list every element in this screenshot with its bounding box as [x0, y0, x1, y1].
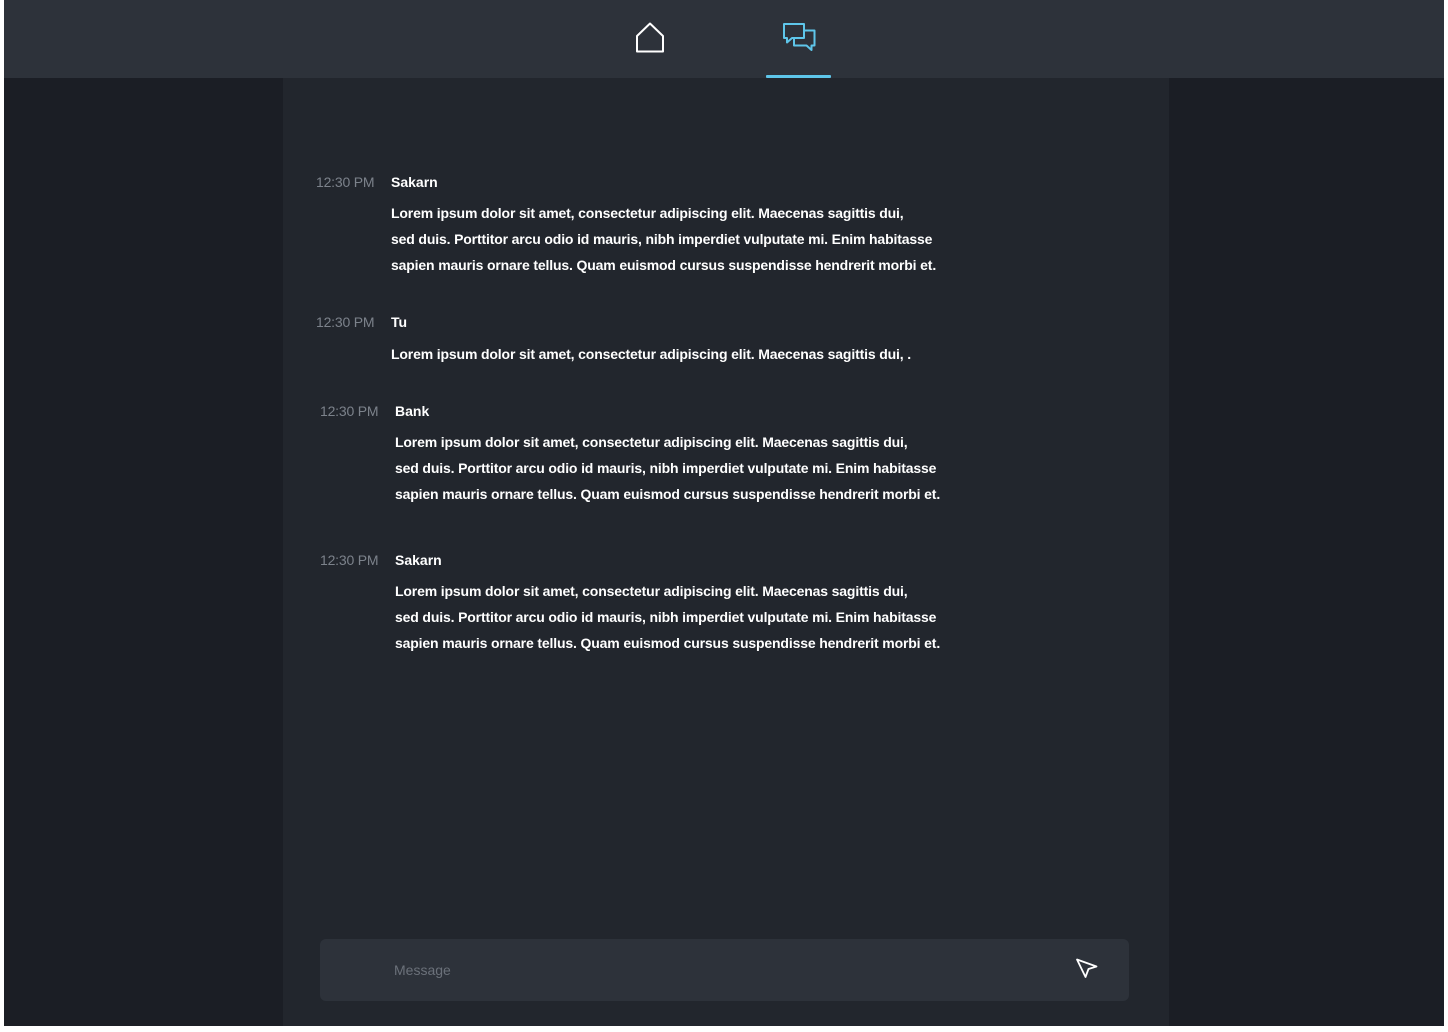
message-text-line: Lorem ipsum dolor sit amet, consectetur …	[391, 205, 904, 221]
message-composer	[320, 939, 1129, 1001]
chat-icon	[782, 22, 816, 57]
message-text-line: sapien mauris ornare tellus. Quam euismo…	[395, 486, 941, 502]
home-icon	[634, 21, 666, 58]
message-input[interactable]	[394, 955, 1034, 985]
message-text-line: sapien mauris ornare tellus. Quam euismo…	[391, 257, 937, 273]
message-body: Lorem ipsum dolor sit amet, consectetur …	[395, 578, 955, 656]
message-timestamp: 12:30 PM	[320, 552, 379, 568]
message-text-line: Lorem ipsum dolor sit amet, consectetur …	[395, 583, 908, 599]
message-body: Lorem ipsum dolor sit amet, consectetur …	[391, 200, 951, 278]
nav-home-button[interactable]	[617, 0, 683, 78]
message-timestamp: 12:30 PM	[316, 174, 375, 190]
message-text-line: sed duis. Porttitor arcu odio id mauris,…	[395, 460, 937, 476]
message-sender: Bank	[395, 403, 430, 419]
top-navigation-bar	[4, 0, 1444, 78]
message-sender: Sakarn	[391, 174, 438, 190]
message-text-line: sapien mauris ornare tellus. Quam euismo…	[395, 635, 941, 651]
message-text-line: Lorem ipsum dolor sit amet, consectetur …	[391, 346, 911, 362]
message-body: Lorem ipsum dolor sit amet, consectetur …	[395, 429, 955, 507]
message-text-line: sed duis. Porttitor arcu odio id mauris,…	[391, 231, 933, 247]
message-sender: Sakarn	[395, 552, 442, 568]
message-sender: Tu	[391, 314, 408, 330]
chat-app: 12:30 PM Sakarn Lorem ipsum dolor sit am…	[4, 0, 1444, 1026]
message-text-line: Lorem ipsum dolor sit amet, consectetur …	[395, 434, 908, 450]
send-button[interactable]	[1072, 956, 1102, 984]
send-icon	[1075, 957, 1099, 984]
message-timestamp: 12:30 PM	[320, 403, 379, 419]
nav-chat-button[interactable]	[766, 0, 832, 78]
message-text-line: sed duis. Porttitor arcu odio id mauris,…	[395, 609, 937, 625]
chat-panel: 12:30 PM Sakarn Lorem ipsum dolor sit am…	[283, 78, 1169, 1026]
message-body: Lorem ipsum dolor sit amet, consectetur …	[391, 341, 951, 367]
message-timestamp: 12:30 PM	[316, 314, 375, 330]
